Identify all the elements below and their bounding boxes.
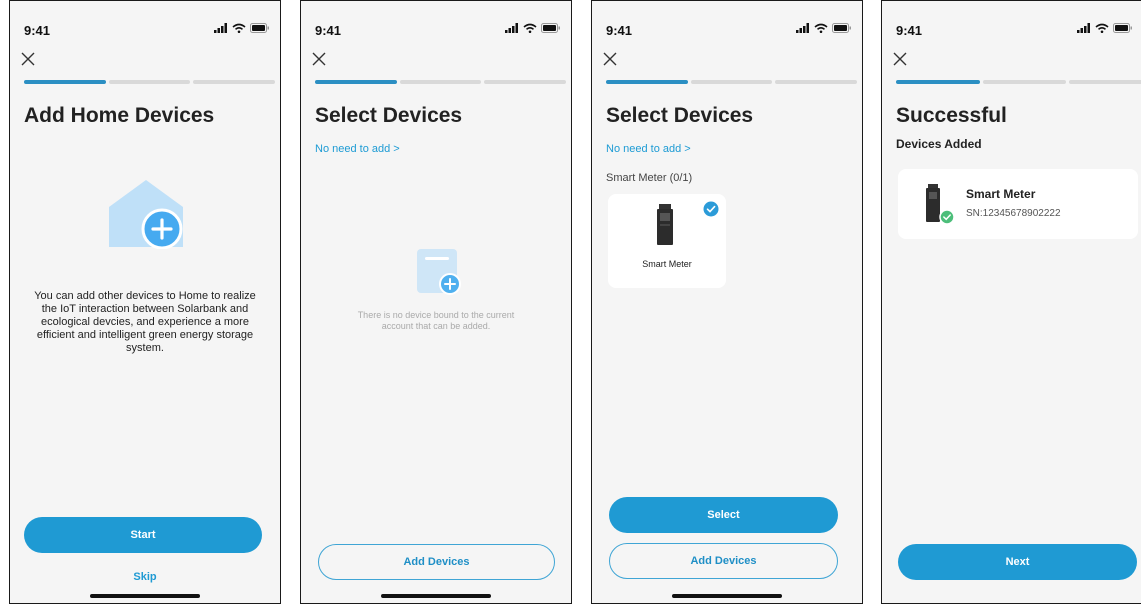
status-time: 9:41 <box>24 23 51 38</box>
home-indicator <box>381 594 491 598</box>
device-name: Smart Meter <box>966 187 1036 201</box>
no-need-to-add-link[interactable]: No need to add > <box>606 143 691 155</box>
step-progress <box>24 80 276 84</box>
screen-successful: 9:41 Successful Devices Added Smart Mete… <box>881 0 1141 604</box>
description-text: You can add other devices to Home to rea… <box>34 290 256 354</box>
step-progress <box>896 80 1141 84</box>
wifi-icon <box>523 23 537 33</box>
skip-link[interactable]: Skip <box>10 571 280 583</box>
home-add-icon <box>109 180 183 249</box>
home-indicator <box>90 594 200 598</box>
next-button[interactable]: Next <box>898 544 1137 580</box>
device-add-icon <box>417 249 461 295</box>
wifi-icon <box>814 23 828 33</box>
no-need-to-add-link[interactable]: No need to add > <box>315 143 400 155</box>
screen-select-devices: 9:41 Select Devices No need to add > Sma… <box>591 0 863 604</box>
battery-icon <box>1113 23 1132 33</box>
home-indicator <box>672 594 782 598</box>
wifi-icon <box>1095 23 1109 33</box>
step-progress <box>606 80 858 84</box>
device-name: Smart Meter <box>642 259 692 269</box>
status-time: 9:41 <box>896 23 923 38</box>
added-device-card: Smart Meter SN:12345678902222 <box>898 169 1138 239</box>
smart-meter-icon <box>926 184 955 225</box>
status-bar: 9:41 <box>301 21 571 43</box>
close-icon[interactable] <box>309 49 329 69</box>
device-card-smart-meter[interactable]: Smart Meter <box>608 194 726 288</box>
battery-icon <box>541 23 560 33</box>
screen-add-home-devices: 9:41 Add Home Devices You can add other … <box>9 0 281 604</box>
select-button[interactable]: Select <box>609 497 838 533</box>
empty-state-text: There is no device bound to the current … <box>357 310 515 331</box>
page-title: Select Devices <box>606 104 754 127</box>
screen-select-devices-empty: 9:41 Select Devices No need to add > The… <box>300 0 572 604</box>
add-devices-button[interactable]: Add Devices <box>318 544 555 580</box>
status-bar: 9:41 <box>592 21 862 43</box>
close-icon[interactable] <box>18 49 38 69</box>
page-title: Successful <box>896 104 1007 127</box>
status-time: 9:41 <box>315 23 342 38</box>
add-devices-button[interactable]: Add Devices <box>609 543 838 579</box>
status-time: 9:41 <box>606 23 633 38</box>
signal-icon <box>796 23 809 33</box>
smart-meter-icon <box>657 204 673 245</box>
close-icon[interactable] <box>600 49 620 69</box>
battery-icon <box>250 23 269 33</box>
wifi-icon <box>232 23 246 33</box>
check-icon <box>703 201 719 217</box>
section-label: Smart Meter (0/1) <box>606 172 693 184</box>
step-progress <box>315 80 567 84</box>
page-subtitle: Devices Added <box>896 137 982 151</box>
page-title: Add Home Devices <box>24 104 215 127</box>
device-serial: SN:12345678902222 <box>966 208 1061 219</box>
signal-icon <box>505 23 518 33</box>
signal-icon <box>1077 23 1090 33</box>
signal-icon <box>214 23 227 33</box>
page-title: Select Devices <box>315 104 463 127</box>
battery-icon <box>832 23 851 33</box>
status-bar: 9:41 <box>882 21 1141 43</box>
status-bar: 9:41 <box>10 21 280 43</box>
start-button[interactable]: Start <box>24 517 262 553</box>
close-icon[interactable] <box>890 49 910 69</box>
